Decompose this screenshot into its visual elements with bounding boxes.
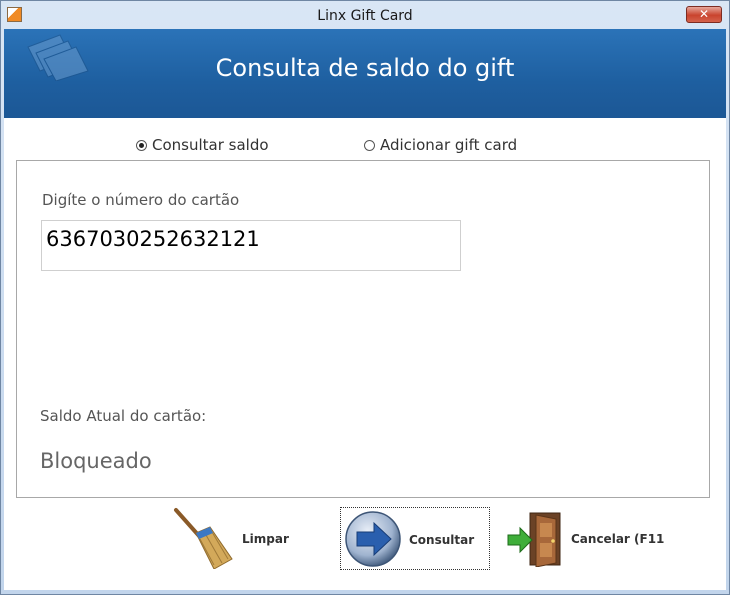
clear-button[interactable]: Limpar bbox=[170, 507, 300, 570]
radio-adicionar-gift-card[interactable]: Adicionar gift card bbox=[364, 136, 517, 154]
broom-icon bbox=[174, 508, 233, 569]
client-area: Consulta de saldo do gift Consultar sald… bbox=[4, 29, 726, 590]
radio-label: Adicionar gift card bbox=[380, 136, 518, 154]
page-title: Consulta de saldo do gift bbox=[215, 54, 515, 82]
card-number-label: Digíte o número do cartão bbox=[42, 191, 240, 209]
app-window: Linx Gift Card ✕ Consulta de saldo do gi… bbox=[0, 0, 730, 595]
radio-unselected-icon bbox=[364, 140, 375, 151]
radio-consultar-saldo[interactable]: Consultar saldo bbox=[136, 136, 269, 154]
close-button[interactable]: ✕ bbox=[686, 6, 722, 23]
query-button-label: Consultar bbox=[409, 533, 475, 547]
title-bar[interactable]: Linx Gift Card ✕ bbox=[1, 1, 729, 29]
arrow-right-icon bbox=[345, 511, 401, 567]
window-title: Linx Gift Card bbox=[317, 8, 413, 24]
clear-button-label: Limpar bbox=[242, 532, 289, 546]
cancel-button-label: Cancelar (F11 bbox=[571, 532, 665, 546]
exit-door-icon bbox=[507, 512, 561, 567]
balance-label: Saldo Atual do cartão: bbox=[40, 407, 207, 425]
radio-selected-icon bbox=[136, 140, 147, 151]
query-button[interactable]: Consultar bbox=[340, 507, 490, 570]
form-panel: Digíte o número do cartão 63670302526321… bbox=[16, 160, 710, 498]
radio-label: Consultar saldo bbox=[152, 136, 269, 154]
card-number-input[interactable]: 6367030252632121 bbox=[41, 220, 461, 271]
header-banner: Consulta de saldo do gift bbox=[4, 29, 726, 118]
close-icon: ✕ bbox=[698, 7, 710, 21]
cancel-button[interactable]: Cancelar (F11 bbox=[506, 507, 666, 570]
balance-value: Bloqueado bbox=[40, 449, 152, 473]
